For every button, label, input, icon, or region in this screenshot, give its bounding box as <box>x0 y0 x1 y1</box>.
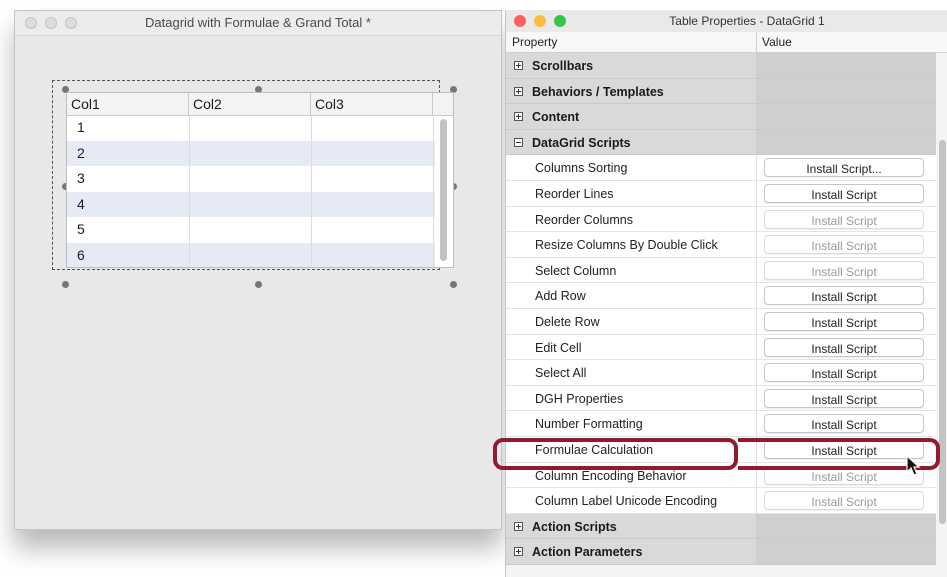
property-label: Add Row <box>535 289 586 304</box>
value-column-header[interactable]: Value <box>762 35 792 49</box>
table-row[interactable]: 1 <box>67 115 435 141</box>
property-label: Reorder Columns <box>535 212 633 227</box>
install-script-button[interactable]: Install Script <box>764 312 924 331</box>
window-title: Table Properties - DataGrid 1 <box>669 14 825 28</box>
property-row[interactable]: Column Label Unicode Encoding Install Scr… <box>506 488 936 514</box>
property-label: DGH Properties <box>535 391 624 406</box>
cell: 6 <box>77 246 85 263</box>
expand-plus-icon[interactable] <box>514 112 523 122</box>
property-section[interactable]: Scrollbars <box>506 53 936 79</box>
table-row[interactable]: 6 <box>67 242 435 267</box>
property-row[interactable]: Resize Columns By Double Click Install Sc… <box>506 232 936 258</box>
window-title: Datagrid with Formulae & Grand Total * <box>145 15 371 30</box>
cell: 2 <box>77 144 85 161</box>
property-row[interactable]: Select All Install Script <box>506 360 936 386</box>
column-divider <box>311 115 312 267</box>
property-section[interactable]: DataGrid Scripts <box>506 129 936 156</box>
properties-scrollbar[interactable] <box>939 140 946 524</box>
install-script-button[interactable]: Install Script <box>764 184 924 203</box>
property-row[interactable]: DGH Properties Install Script <box>506 385 936 412</box>
column-divider <box>189 115 190 267</box>
expand-plus-icon[interactable] <box>514 547 523 557</box>
property-section[interactable]: Action Scripts <box>506 513 936 540</box>
grid-scrollbar[interactable] <box>440 119 447 261</box>
collapse-minus-icon[interactable] <box>514 137 523 147</box>
install-script-button[interactable]: Install Script <box>764 363 924 383</box>
install-script-button[interactable]: Install Script <box>764 491 924 511</box>
property-label: Columns Sorting <box>535 161 628 176</box>
property-label: Select Column <box>535 263 617 278</box>
property-label: Delete Row <box>535 315 600 329</box>
table-properties-window: Table Properties - DataGrid 1 Property V… <box>505 10 947 577</box>
section-label: Action Parameters <box>532 545 643 560</box>
mouse-pointer-icon <box>906 455 921 476</box>
section-label: Behaviors / Templates <box>532 84 664 99</box>
cell: 4 <box>77 195 85 212</box>
window-titlebar[interactable]: Datagrid with Formulae & Grand Total * <box>15 11 501 36</box>
install-script-button[interactable]: Install Script <box>764 337 924 357</box>
section-label: DataGrid Scripts <box>532 135 631 150</box>
column-header[interactable]: Col3 <box>311 93 433 115</box>
cell: 5 <box>77 221 85 237</box>
property-row[interactable]: Columns Sorting Install Script... <box>506 155 936 181</box>
property-row[interactable]: Number Formatting Install Script <box>506 411 936 437</box>
property-label: Column Encoding Behavior <box>535 468 687 483</box>
section-label: Content <box>532 110 580 125</box>
table-row[interactable]: 2 <box>67 140 435 166</box>
cell: 3 <box>77 170 85 186</box>
resize-handle[interactable] <box>255 281 262 288</box>
cell: 1 <box>77 119 85 135</box>
highlight-annotation <box>493 438 738 470</box>
install-script-button[interactable]: Install Script <box>764 209 924 229</box>
install-script-button[interactable]: Install Script <box>764 414 924 434</box>
window-titlebar[interactable]: Table Properties - DataGrid 1 <box>506 10 947 33</box>
install-script-button[interactable]: Install Script <box>764 260 924 280</box>
property-column-header[interactable]: Property <box>512 35 557 49</box>
property-label: Edit Cell <box>535 340 582 355</box>
grid-header: Col1 Col2 Col3 <box>67 93 453 116</box>
property-row[interactable]: Reorder Columns Install Script <box>506 206 936 233</box>
property-label: Select All <box>535 366 587 381</box>
expand-plus-icon[interactable] <box>514 521 523 531</box>
table-row[interactable]: 5 <box>67 217 435 243</box>
property-row[interactable]: Add Row Install Script <box>506 283 936 309</box>
column-header[interactable]: Col2 <box>189 93 311 115</box>
expand-plus-icon[interactable] <box>514 61 523 70</box>
table-row[interactable]: 4 <box>67 191 435 217</box>
column-divider <box>433 115 434 267</box>
property-row[interactable]: Edit Cell Install Script <box>506 334 936 361</box>
install-script-button[interactable]: Install Script... <box>764 158 924 178</box>
property-label: Number Formatting <box>535 417 643 432</box>
property-label: Column Label Unicode Encoding <box>535 494 718 509</box>
install-script-button[interactable]: Install Script <box>764 388 924 408</box>
datagrid[interactable]: Col1 Col2 Col3 1 2 3 4 5 6 <box>66 92 454 268</box>
resize-handle[interactable] <box>62 281 69 288</box>
property-label: Reorder Lines <box>535 187 614 201</box>
section-label: Scrollbars <box>532 59 594 73</box>
property-row[interactable]: Reorder Lines Install Script <box>506 181 936 207</box>
expand-plus-icon[interactable] <box>514 86 523 96</box>
property-row[interactable]: Delete Row Install Script <box>506 309 936 335</box>
property-table-header: Property Value <box>506 32 947 53</box>
section-label: Action Scripts <box>532 519 617 534</box>
install-script-button[interactable]: Install Script <box>764 235 924 255</box>
column-header[interactable]: Col1 <box>67 93 189 115</box>
property-section[interactable]: Behaviors / Templates <box>506 78 936 105</box>
property-section[interactable]: Content <box>506 104 936 130</box>
property-row[interactable]: Select Column Install Script <box>506 257 936 284</box>
resize-handle[interactable] <box>450 281 457 288</box>
property-section[interactable]: Action Parameters <box>506 539 936 565</box>
table-row[interactable]: 3 <box>67 166 435 192</box>
install-script-button[interactable]: Install Script <box>764 286 924 306</box>
property-label: Resize Columns By Double Click <box>535 238 718 253</box>
